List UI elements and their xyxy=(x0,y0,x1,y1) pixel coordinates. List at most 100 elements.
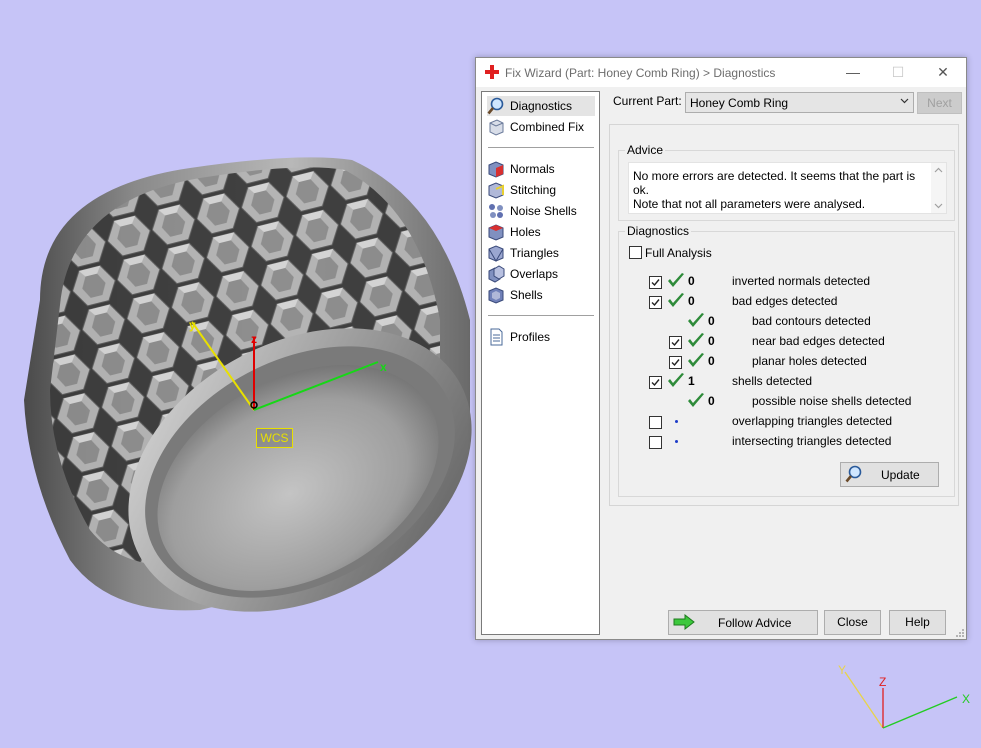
diagnostic-label: near bad edges detected xyxy=(752,334,885,348)
diagnostic-checkbox[interactable] xyxy=(649,376,662,389)
maximize-button[interactable]: ☐ xyxy=(875,58,921,87)
advice-group: Advice No more errors are detected. It s… xyxy=(618,143,955,221)
advice-scrollbar[interactable] xyxy=(931,163,946,213)
advice-text: No more errors are detected. It seems th… xyxy=(633,169,923,211)
nav-item-combined-fix[interactable]: Combined Fix xyxy=(487,117,595,137)
nav-item-label: Profiles xyxy=(510,330,551,344)
nav-item-label: Noise Shells xyxy=(510,204,577,218)
noise-shells-icon xyxy=(489,204,503,218)
wizard-nav: Diagnostics Combined Fix Normals Stitchi… xyxy=(481,91,600,635)
nav-item-label: Normals xyxy=(510,162,555,176)
stitching-cube-icon xyxy=(488,182,504,199)
nav-item-diagnostics[interactable]: Diagnostics xyxy=(487,96,595,116)
nav-item-noise-shells[interactable]: Noise Shells xyxy=(487,201,595,221)
diagnostics-group-title: Diagnostics xyxy=(625,224,692,238)
document-icon xyxy=(490,328,503,346)
shells-icon xyxy=(488,287,504,304)
nav-item-triangles[interactable]: Triangles xyxy=(487,243,595,263)
next-button[interactable]: Next xyxy=(917,92,962,114)
checkmark-icon xyxy=(671,359,680,367)
mini-y-axis-label: Y xyxy=(838,663,847,677)
advice-line-2: Note that not all parameters were analys… xyxy=(633,197,866,211)
advice-line-1: No more errors are detected. It seems th… xyxy=(633,169,916,197)
diagnostic-count: 0 xyxy=(708,334,715,348)
y-axis-label: y xyxy=(189,318,196,332)
green-check-icon xyxy=(667,372,685,390)
resize-grip-icon[interactable] xyxy=(955,628,965,638)
green-check-icon xyxy=(667,292,685,310)
triangles-icon xyxy=(488,245,504,262)
nav-separator xyxy=(488,315,594,316)
nav-item-shells[interactable]: Shells xyxy=(487,285,595,305)
diagnostic-count: 0 xyxy=(688,294,695,308)
follow-advice-button[interactable]: Follow Advice xyxy=(668,610,818,635)
window-title: Fix Wizard (Part: Honey Comb Ring) > Dia… xyxy=(505,66,776,80)
diagnostic-label: possible noise shells detected xyxy=(752,394,912,408)
minimize-button[interactable]: — xyxy=(830,58,876,87)
nav-item-label: Diagnostics xyxy=(510,99,573,113)
diagnostic-label: bad edges detected xyxy=(732,294,838,308)
nav-item-normals[interactable]: Normals xyxy=(487,159,595,179)
holes-cube-icon xyxy=(488,224,504,241)
checkmark-icon xyxy=(651,279,660,287)
help-button[interactable]: Help xyxy=(889,610,946,635)
current-part-select[interactable]: Honey Comb Ring xyxy=(685,92,914,113)
wcs-label: WCS xyxy=(256,428,293,448)
current-part-label: Current Part: xyxy=(613,94,682,108)
advice-textbox[interactable]: No more errors are detected. It seems th… xyxy=(628,162,947,214)
diagnostic-checkbox[interactable] xyxy=(669,336,682,349)
diagnostic-label: inverted normals detected xyxy=(732,274,871,288)
scroll-arrows-icon xyxy=(934,167,943,209)
diagnostic-label: planar holes detected xyxy=(752,354,867,368)
diagnostic-count: 0 xyxy=(708,354,715,368)
nav-item-stitching[interactable]: Stitching xyxy=(487,180,595,200)
overlaps-icon xyxy=(488,265,505,283)
red-cross-icon xyxy=(485,65,499,79)
diagnostic-label: shells detected xyxy=(732,374,813,388)
normals-cube-icon xyxy=(488,161,504,178)
x-axis-label: x xyxy=(380,360,387,374)
checkmark-icon xyxy=(651,299,660,307)
green-check-icon xyxy=(687,332,705,350)
update-button[interactable]: Update xyxy=(840,462,939,487)
green-check-icon xyxy=(687,392,705,410)
full-analysis-checkbox[interactable] xyxy=(629,246,642,259)
close-window-button[interactable]: ✕ xyxy=(920,58,966,87)
update-label: Update xyxy=(881,468,920,482)
nav-item-profiles[interactable]: Profiles xyxy=(487,327,595,347)
nav-item-label: Holes xyxy=(510,225,541,239)
title-bar[interactable]: Fix Wizard (Part: Honey Comb Ring) > Dia… xyxy=(476,58,966,87)
diagnostic-checkbox[interactable] xyxy=(669,356,682,369)
green-check-icon xyxy=(687,352,705,370)
main-panel: Advice No more errors are detected. It s… xyxy=(609,124,959,506)
checkmark-icon xyxy=(671,339,680,347)
chevron-down-icon xyxy=(900,98,909,104)
diagnostic-checkbox[interactable] xyxy=(649,276,662,289)
nav-separator xyxy=(488,147,594,148)
diagnostic-checkbox[interactable] xyxy=(649,416,662,429)
diagnostic-checkbox[interactable] xyxy=(649,296,662,309)
pending-dot-icon xyxy=(675,420,678,423)
z-axis-label: z xyxy=(251,332,257,346)
diagnostic-count: 0 xyxy=(708,314,715,328)
current-part-value: Honey Comb Ring xyxy=(690,96,789,110)
pending-dot-icon xyxy=(675,440,678,443)
diagnostics-group: Diagnostics Full Analysis 0 inverted norm… xyxy=(618,224,955,497)
magnifier-icon xyxy=(487,97,504,115)
green-check-icon xyxy=(667,272,685,290)
nav-item-overlaps[interactable]: Overlaps xyxy=(487,264,595,284)
diagnostic-count: 1 xyxy=(688,374,695,388)
diagnostic-label: intersecting triangles detected xyxy=(732,434,892,448)
green-check-icon xyxy=(687,312,705,330)
nav-item-label: Stitching xyxy=(510,183,557,197)
full-analysis-label: Full Analysis xyxy=(645,246,712,260)
follow-advice-label: Follow Advice xyxy=(718,616,792,630)
close-button[interactable]: Close xyxy=(824,610,881,635)
diagnostic-checkbox[interactable] xyxy=(649,436,662,449)
mini-z-axis-label: Z xyxy=(879,675,887,689)
diagnostic-count: 0 xyxy=(708,394,715,408)
nav-item-holes[interactable]: Holes xyxy=(487,222,595,242)
advice-group-title: Advice xyxy=(625,143,666,157)
magnifier-icon xyxy=(845,465,862,483)
diagnostic-label: overlapping triangles detected xyxy=(732,414,893,428)
